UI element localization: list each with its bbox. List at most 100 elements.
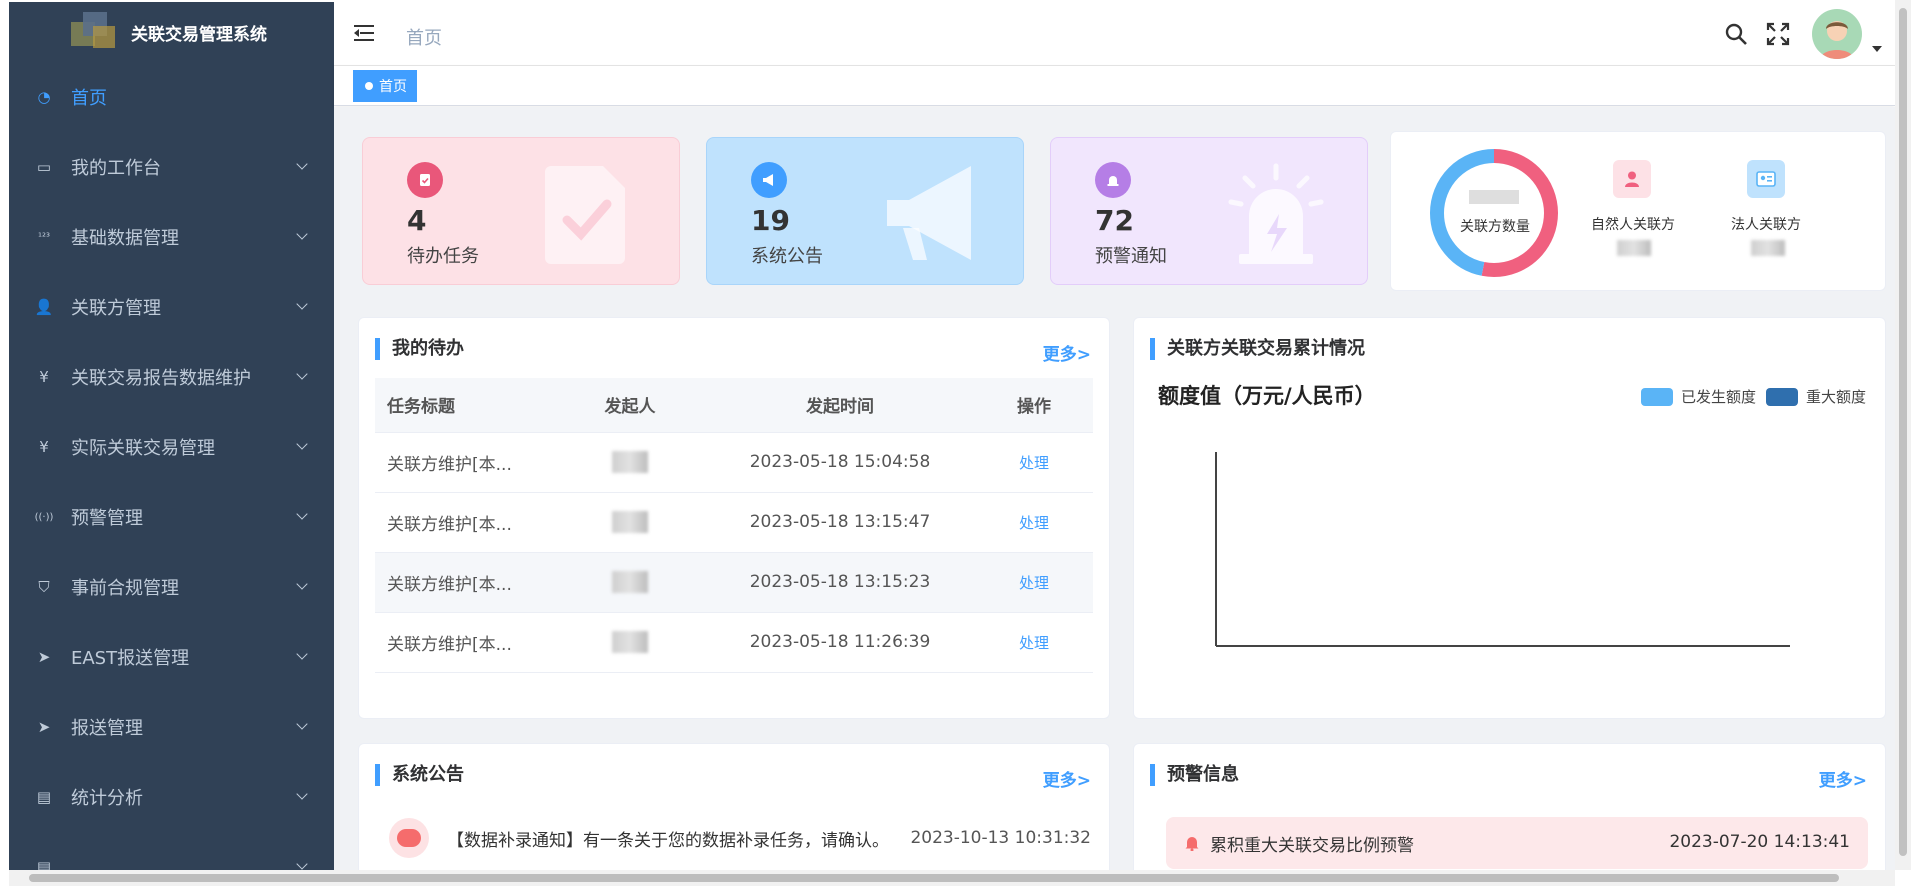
logo-row: 关联交易管理系统 [9,2,334,62]
stat-card-alarm[interactable]: 72 预警通知 [1050,137,1368,285]
legend-item-occurred[interactable]: 已发生额度 [1641,386,1756,407]
notice-title: 系统公告 [375,764,464,786]
col-task-title: 任务标题 [375,378,555,433]
send-icon: ➤ [37,718,51,736]
people-icon: 👤 [34,298,54,316]
initiator-redacted [555,432,705,493]
col-time: 发起时间 [705,378,975,433]
yen-icon: ¥ [39,368,49,386]
table-row[interactable]: 关联方维护[本... 2023-05-18 15:04:58 处理 [375,432,1093,493]
app-window: 关联交易管理系统 ◔ 首页 ▭ 我的工作台 ¹²³ 基础数据管理 👤 关联方管理 ¥ 关联交易报告… [0,0,1911,890]
transaction-chart-card: 关联方关联交易累计情况 额度值（万元/人民币） 已发生额度 重大额度 [1133,317,1886,719]
number-icon: ¹²³ [37,231,51,243]
chevron-down-icon [296,578,308,590]
document-check-icon [545,166,625,264]
sidebar-item-1[interactable]: ▭ 我的工作台 [9,132,334,202]
legend-swatch [1641,387,1673,406]
todo-table: 任务标题 发起人 发起时间 操作 关联方维护[本... 2023-05-18 15… [375,378,1093,673]
vertical-scrollbar[interactable] [1895,0,1911,870]
id-card-icon [1747,160,1785,198]
sidebar-item-7[interactable]: ⛉ 事前合规管理 [9,552,334,622]
chevron-down-icon [296,858,308,870]
process-link[interactable]: 处理 [1019,634,1049,652]
notice-text: 【数据补录通知】有一条关于您的数据补录任务，请确认。 [447,830,889,851]
natural-party-count-redacted [1617,240,1651,256]
tag-home[interactable]: 首页 [353,70,417,102]
warning-more-link[interactable]: 更多> [1819,766,1867,791]
sidebar-item-label: ... [71,856,89,871]
task-title: 关联方维护[本... [375,432,555,493]
sidebar-item-4[interactable]: ¥ 关联交易报告数据维护 [9,342,334,412]
siren-icon [1228,163,1324,264]
chevron-down-icon [296,298,308,310]
chevron-down-icon[interactable] [1872,46,1882,52]
chart-heading: 额度值（万元/人民币） [1158,384,1376,408]
initiator-redacted [555,492,705,553]
todo-card: 我的待办 更多> 任务标题 发起人 发起时间 操作 关联方维护[本... 2023… [358,317,1110,719]
sidebar-item-3[interactable]: 👤 关联方管理 [9,272,334,342]
notice-item[interactable]: 【数据补录通知】有一条关于您的数据补录任务，请确认。 2023-10-13 10… [389,816,1091,860]
legend-swatch [1766,387,1798,406]
chevron-down-icon [296,648,308,660]
table-row[interactable]: 关联方维护[本... 2023-05-18 13:15:23 处理 [375,552,1093,613]
chat-bubble-icon [389,818,429,858]
person-icon [1613,160,1651,198]
briefcase-icon: ▭ [36,158,52,176]
process-link[interactable]: 处理 [1019,574,1049,592]
sidebar-item-label: 我的工作台 [71,158,161,179]
sidebar-item-label: 关联方管理 [71,298,161,319]
sidebar-item-label: 报送管理 [71,718,143,739]
search-icon[interactable] [1724,22,1748,46]
sidebar-item-2[interactable]: ¹²³ 基础数据管理 [9,202,334,272]
sidebar-item-10[interactable]: ▤ 统计分析 [9,762,334,832]
process-link[interactable]: 处理 [1019,454,1049,472]
sidebar-item-11[interactable]: ▤... [9,832,334,870]
sidebar-item-label: 基础数据管理 [71,228,179,249]
sidebar-menu: ◔ 首页 ▭ 我的工作台 ¹²³ 基础数据管理 👤 关联方管理 ¥ 关联交易报告数据维护 ¥ 实际关联… [9,62,334,870]
party-count-card: 关联方数量 自然人关联方 法人关联方 [1390,131,1886,291]
chevron-down-icon [296,228,308,240]
sidebar-item-label: 实际关联交易管理 [71,438,215,459]
breadcrumb[interactable]: 首页 [406,24,442,50]
hamburger-icon[interactable] [354,24,376,44]
chevron-down-icon [296,508,308,520]
sidebar-item-9[interactable]: ➤ 报送管理 [9,692,334,762]
donut-center-label: 关联方数量 [1460,219,1530,235]
legend-item-major[interactable]: 重大额度 [1766,386,1866,407]
avatar[interactable] [1812,9,1862,59]
sidebar-item-label: 事前合规管理 [71,578,179,599]
sidebar-item-label: 关联交易报告数据维护 [71,368,251,389]
todo-more-link[interactable]: 更多> [1043,340,1091,365]
task-time: 2023-05-18 11:26:39 [705,612,975,673]
sidebar-item-5[interactable]: ¥ 实际关联交易管理 [9,412,334,482]
bell-icon [1185,837,1199,851]
sidebar-item-6[interactable]: ((·)) 预警管理 [9,482,334,552]
sidebar-item-label: 统计分析 [71,788,143,809]
stat-card-notice[interactable]: 19 系统公告 [706,137,1024,285]
app-title: 关联交易管理系统 [131,24,267,45]
dashboard-main: 4 待办任务 19 系统公告 72 预警通知 关联方数量 自然人关联方 法人关联… [334,107,1895,870]
table-row[interactable]: 关联方维护[本... 2023-05-18 11:26:39 处理 [375,612,1093,673]
legal-party-label: 法人关联方 [1731,217,1801,233]
horizontal-scrollbar[interactable] [9,870,1895,886]
sidebar-item-0[interactable]: ◔ 首页 [9,62,334,132]
sidebar-item-label: 首页 [71,88,107,109]
chart-axes [1215,452,1790,647]
todo-title: 我的待办 [375,338,464,360]
initiator-redacted [555,552,705,613]
notice-more-link[interactable]: 更多> [1043,766,1091,791]
warning-item[interactable]: 累积重大关联交易比例预警 2023-07-20 14:13:41 [1166,817,1868,869]
chevron-down-icon [296,438,308,450]
col-initiator: 发起人 [555,378,705,433]
report-icon: ▤ [36,788,52,806]
sidebar-item-8[interactable]: ➤ EAST报送管理 [9,622,334,692]
process-link[interactable]: 处理 [1019,514,1049,532]
dashboard-icon: ◔ [37,88,51,106]
stat-value: 19 [751,204,790,237]
fullscreen-icon[interactable] [1766,22,1790,46]
stat-card-todo[interactable]: 4 待办任务 [362,137,680,285]
table-row[interactable]: 关联方维护[本... 2023-05-18 13:15:47 处理 [375,492,1093,553]
sidebar-item-label: 预警管理 [71,508,143,529]
chevron-down-icon [296,368,308,380]
tags-view: 首页 [334,66,1895,106]
